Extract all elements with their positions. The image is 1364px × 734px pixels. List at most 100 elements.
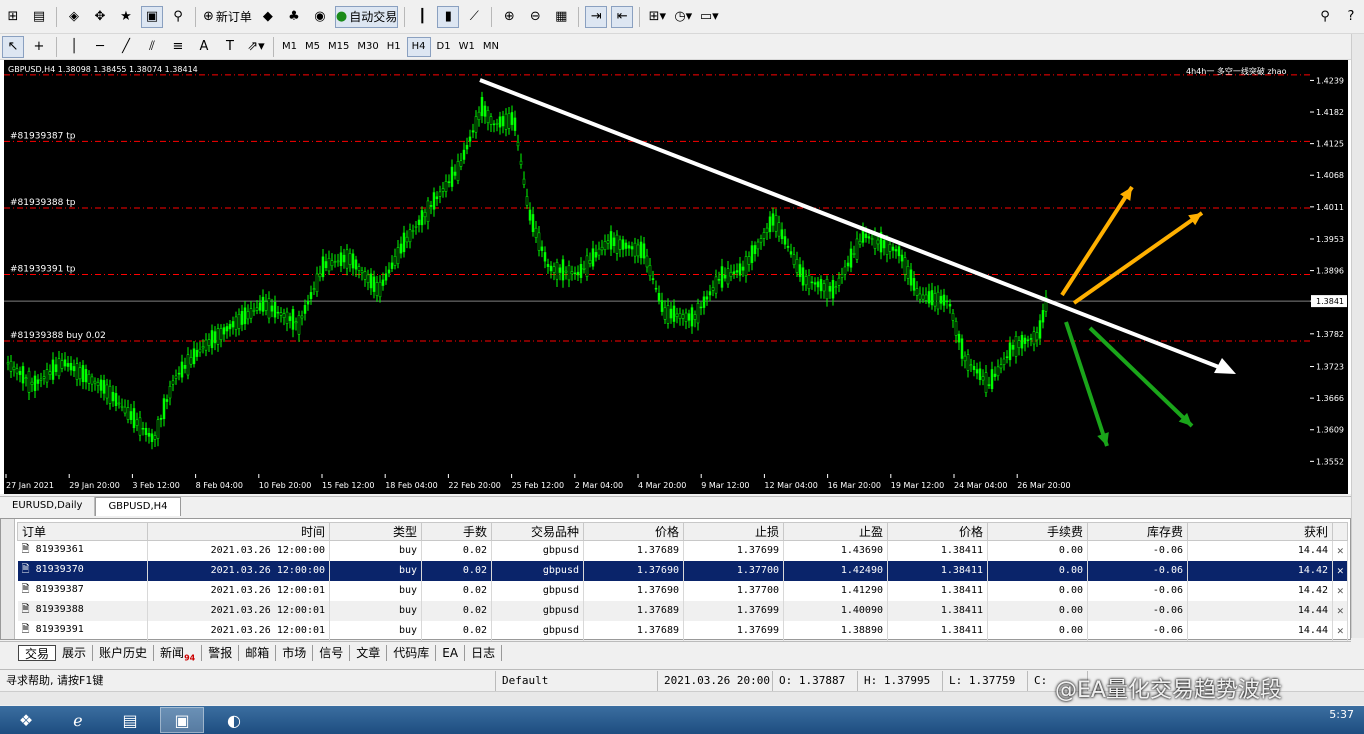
close-order-icon[interactable]: ✕ xyxy=(1332,580,1348,601)
wechat-icon[interactable]: ◐ xyxy=(212,707,256,733)
close-order-icon[interactable]: ✕ xyxy=(1332,600,1348,621)
indicators-icon[interactable]: ⊞▾ xyxy=(646,6,668,28)
table-row[interactable]: 🗎 81939370 2021.03.26 12:00:00 buy 0.02 … xyxy=(17,560,1348,581)
timeframe-m5[interactable]: M5 xyxy=(301,37,324,57)
text-icon[interactable]: A xyxy=(193,36,215,58)
candle-body xyxy=(753,245,757,255)
profit-cell: 14.44 xyxy=(1187,540,1333,561)
col-symbol[interactable]: 交易品种 xyxy=(491,522,584,541)
tab-account-history[interactable]: 账户历史 xyxy=(93,644,155,661)
tab-articles[interactable]: 文章 xyxy=(350,644,388,661)
arrows-icon[interactable]: ⇗▾ xyxy=(245,36,267,58)
profiles-icon[interactable]: ▤ xyxy=(28,6,50,28)
chart-shift-icon[interactable]: ⇤ xyxy=(611,5,634,28)
tab-news[interactable]: 新闻94 xyxy=(154,644,203,662)
close-order-icon[interactable]: ✕ xyxy=(1332,560,1348,581)
mql5-icon[interactable]: ♣ xyxy=(283,6,305,28)
zoom-out-icon[interactable]: ⊖ xyxy=(524,6,546,28)
trendline-icon[interactable]: ╱ xyxy=(115,36,137,58)
table-row[interactable]: 🗎 81939361 2021.03.26 12:00:00 buy 0.02 … xyxy=(17,540,1348,561)
candle-body xyxy=(330,260,334,267)
col-time[interactable]: 时间 xyxy=(147,522,330,541)
col-tp[interactable]: 止盈 xyxy=(783,522,888,541)
new-chart-icon[interactable]: ⊞ xyxy=(2,6,24,28)
autoscroll-icon[interactable]: ⇥ xyxy=(585,5,608,28)
horizontal-line-icon[interactable]: ─ xyxy=(89,36,111,58)
templates-icon[interactable]: ▭▾ xyxy=(698,6,720,28)
file-explorer-icon[interactable]: ▤ xyxy=(108,707,152,733)
tab-mailbox[interactable]: 邮箱 xyxy=(239,644,277,661)
candlestick-icon[interactable]: ▮ xyxy=(437,5,460,28)
close-order-icon[interactable]: ✕ xyxy=(1332,540,1348,561)
price-chart[interactable]: #81939387 tp #81939388 tp #81939391 tp #819… xyxy=(4,60,1348,494)
col-sl[interactable]: 止损 xyxy=(683,522,784,541)
close-order-icon[interactable]: ✕ xyxy=(1332,620,1348,641)
help-icon[interactable]: ? xyxy=(1340,6,1362,28)
metaeditor-icon[interactable]: ◆ xyxy=(257,6,279,28)
timeframe-w1[interactable]: W1 xyxy=(455,37,479,57)
candle-body xyxy=(204,339,208,351)
text-label-icon[interactable]: T xyxy=(219,36,241,58)
tab-signals[interactable]: 信号 xyxy=(313,644,351,661)
search-icon[interactable]: ⚲ xyxy=(1314,6,1336,28)
data-window-icon[interactable]: ✥ xyxy=(89,6,111,28)
timeframe-d1[interactable]: D1 xyxy=(433,37,455,57)
profit-cell: 14.42 xyxy=(1187,580,1333,601)
col-commission[interactable]: 手续费 xyxy=(987,522,1088,541)
timeframe-m15[interactable]: M15 xyxy=(324,37,353,57)
timeframe-m1[interactable]: M1 xyxy=(278,37,301,57)
terminal-icon[interactable]: ▣ xyxy=(141,5,163,28)
col-current-price[interactable]: 价格 xyxy=(887,522,988,541)
navigator-icon[interactable]: ★ xyxy=(115,6,137,28)
col-lots[interactable]: 手数 xyxy=(421,522,492,541)
bar-chart-icon[interactable]: ┃ xyxy=(411,6,433,28)
internet-explorer-icon[interactable]: ℯ xyxy=(56,707,100,733)
timeframe-m30[interactable]: M30 xyxy=(353,37,382,57)
market-watch-icon[interactable]: ◈ xyxy=(63,6,85,28)
crosshair-icon[interactable]: + xyxy=(28,36,50,58)
tab-trade[interactable]: 交易 xyxy=(18,644,57,661)
chart-tab-eurusd[interactable]: EURUSD,Daily xyxy=(0,497,96,516)
line-chart-icon[interactable]: ⟋ xyxy=(463,6,485,28)
terminal-side-handle[interactable] xyxy=(1,519,15,639)
start-button-icon[interactable]: ❖ xyxy=(4,707,48,733)
status-profile[interactable]: Default xyxy=(496,670,658,691)
col-order[interactable]: 订单 xyxy=(17,522,148,541)
chart-tab-gbpusd[interactable]: GBPUSD,H4 xyxy=(95,497,181,516)
table-row[interactable]: 🗎 81939387 2021.03.26 12:00:01 buy 0.02 … xyxy=(17,580,1348,601)
table-row[interactable]: 🗎 81939391 2021.03.26 12:00:01 buy 0.02 … xyxy=(17,620,1348,641)
fibonacci-icon[interactable]: ≡ xyxy=(167,36,189,58)
lots-cell: 0.02 xyxy=(421,580,492,601)
timeframe-h4[interactable]: H4 xyxy=(406,36,431,57)
zoom-in-icon[interactable]: ⊕ xyxy=(498,6,520,28)
candle-body xyxy=(960,338,964,359)
candle-body xyxy=(912,278,916,291)
vertical-line-icon[interactable]: │ xyxy=(63,36,85,58)
tab-alerts[interactable]: 警报 xyxy=(202,644,240,661)
auto-trading-button[interactable]: ● 自动交易 xyxy=(334,5,399,28)
periods-icon[interactable]: ◷▾ xyxy=(672,6,694,28)
tile-windows-icon[interactable]: ▦ xyxy=(550,6,572,28)
col-profit[interactable]: 获利 xyxy=(1187,522,1333,541)
candle-body xyxy=(768,216,772,233)
strategy-tester-icon[interactable]: ⚲ xyxy=(167,6,189,28)
candle-body xyxy=(564,270,568,273)
tab-code-base[interactable]: 代码库 xyxy=(387,644,437,661)
equidistant-channel-icon[interactable]: ⫽ xyxy=(141,36,163,58)
vertical-scrollbar[interactable] xyxy=(1351,34,1364,638)
col-type[interactable]: 类型 xyxy=(329,522,422,541)
candle-body xyxy=(789,251,793,255)
col-price[interactable]: 价格 xyxy=(583,522,684,541)
metatrader-task-icon[interactable]: ▣ xyxy=(160,707,204,733)
table-row[interactable]: 🗎 81939388 2021.03.26 12:00:01 buy 0.02 … xyxy=(17,600,1348,621)
signals-icon[interactable]: ◉ xyxy=(309,6,331,28)
tab-exposure[interactable]: 展示 xyxy=(56,644,94,661)
timeframe-h1[interactable]: H1 xyxy=(383,37,405,57)
tab-market[interactable]: 市场 xyxy=(276,644,314,661)
timeframe-mn[interactable]: MN xyxy=(479,37,503,57)
col-swap[interactable]: 库存费 xyxy=(1087,522,1188,541)
new-order-button[interactable]: ⊕ 新订单 xyxy=(202,6,253,28)
cursor-icon[interactable]: ↖ xyxy=(2,35,24,58)
tab-journal[interactable]: 日志 xyxy=(465,644,503,661)
tab-experts[interactable]: EA xyxy=(436,644,466,661)
